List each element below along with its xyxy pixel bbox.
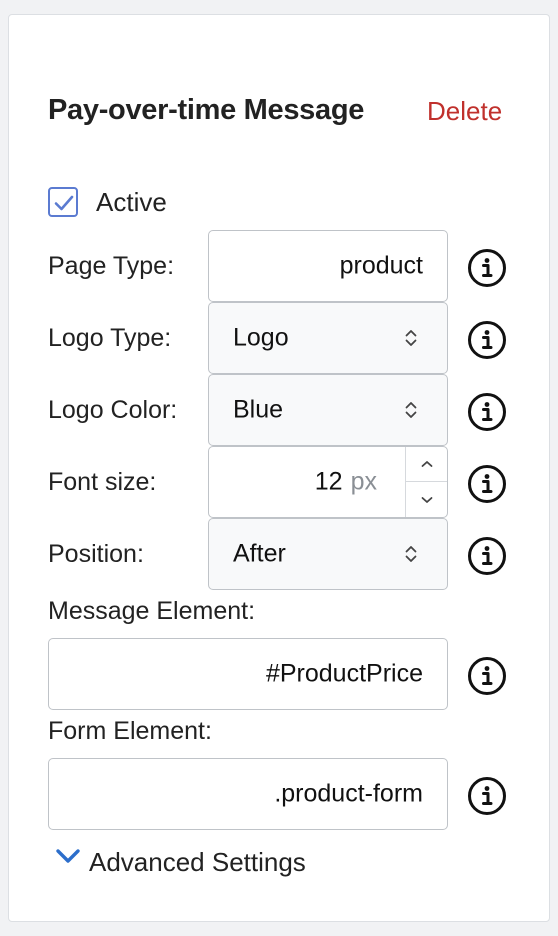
info-icon[interactable] xyxy=(467,248,507,288)
check-icon xyxy=(54,195,74,211)
info-icon[interactable] xyxy=(467,392,507,432)
message-element-input[interactable]: #ProductPrice xyxy=(48,638,448,710)
logo-color-select[interactable]: Blue xyxy=(208,374,448,446)
position-value: After xyxy=(233,539,286,568)
caret-up-icon xyxy=(421,461,432,467)
font-size-value-wrap: 12 px xyxy=(315,468,377,497)
increment-button[interactable] xyxy=(406,447,447,482)
info-icon[interactable] xyxy=(467,656,507,696)
page-type-label: Page Type: xyxy=(48,252,175,280)
decrement-button[interactable] xyxy=(406,482,447,517)
font-size-unit: px xyxy=(350,467,377,496)
chevron-down-icon xyxy=(56,849,80,863)
select-arrows-icon xyxy=(405,402,417,418)
font-size-stepper xyxy=(405,447,447,517)
logo-color-value: Blue xyxy=(233,395,284,424)
form-element-input[interactable]: .product-form xyxy=(48,758,448,830)
font-size-value: 12 xyxy=(314,467,343,496)
info-icon[interactable] xyxy=(467,776,507,816)
panel-title: Pay-over-time Message xyxy=(48,94,365,126)
advanced-settings-toggle[interactable]: Advanced Settings xyxy=(55,842,306,882)
page-type-input[interactable]: product xyxy=(208,230,448,302)
logo-type-select[interactable]: Logo xyxy=(208,302,448,374)
logo-color-label: Logo Color: xyxy=(48,396,178,424)
message-element-value: #ProductPrice xyxy=(265,659,423,688)
position-select[interactable]: After xyxy=(208,518,448,590)
select-arrows-icon xyxy=(405,546,417,562)
page-type-value: product xyxy=(339,251,423,280)
font-size-label: Font size: xyxy=(48,468,157,496)
select-arrows-icon xyxy=(405,330,417,346)
caret-down-icon xyxy=(421,496,432,503)
logo-type-value: Logo xyxy=(233,323,289,352)
form-element-value: .product-form xyxy=(274,779,423,808)
info-icon[interactable] xyxy=(467,536,507,576)
active-label: Active xyxy=(96,187,167,217)
delete-link[interactable]: Delete xyxy=(427,96,502,127)
message-element-label: Message Element: xyxy=(48,597,256,625)
active-checkbox[interactable] xyxy=(48,187,78,217)
advanced-settings-label: Advanced Settings xyxy=(89,846,306,877)
font-size-input[interactable]: 12 px xyxy=(208,446,448,518)
logo-type-label: Logo Type: xyxy=(48,324,172,352)
position-label: Position: xyxy=(48,540,144,568)
info-icon[interactable] xyxy=(467,464,507,504)
form-element-label: Form Element: xyxy=(48,717,212,745)
info-icon[interactable] xyxy=(467,320,507,360)
